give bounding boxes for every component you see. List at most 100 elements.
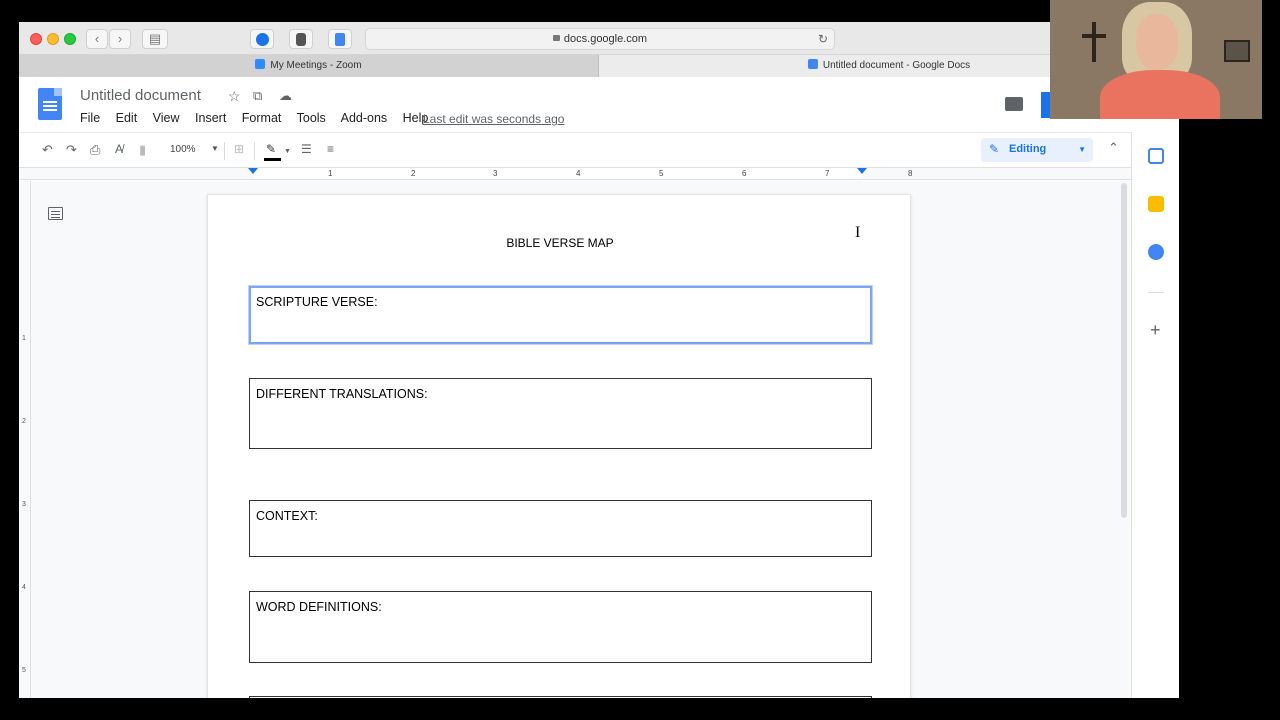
- outline-icon[interactable]: [48, 207, 63, 220]
- sidebar-toggle-button[interactable]: ▤: [142, 29, 168, 49]
- undo-icon[interactable]: ↶: [42, 142, 53, 158]
- cloud-icon[interactable]: ☁: [279, 88, 292, 104]
- close-window-button[interactable]: [30, 33, 42, 45]
- tab-label: My Meetings - Zoom: [270, 60, 362, 71]
- document-title[interactable]: Untitled document: [80, 87, 201, 104]
- webcam-video: [1050, 0, 1262, 119]
- next-box[interactable]: [249, 696, 872, 698]
- picture-frame: [1224, 40, 1250, 62]
- lock-icon: [552, 35, 560, 41]
- horizontal-ruler: 1 2 3 4 5 6 7 8: [19, 168, 1131, 180]
- reload-icon[interactable]: ↻: [818, 32, 828, 46]
- ruler-number: 4: [22, 584, 26, 591]
- calendar-icon[interactable]: [1148, 148, 1164, 164]
- star-icon[interactable]: ☆: [228, 88, 241, 105]
- box-label: WORD DEFINITIONS:: [256, 600, 382, 614]
- shield-icon: [296, 33, 306, 46]
- chevron-down-icon: ▼: [211, 144, 219, 153]
- spellcheck-icon[interactable]: A̸: [115, 142, 123, 156]
- side-panel: +: [1131, 132, 1179, 698]
- tab-label: Untitled document - Google Docs: [822, 60, 971, 71]
- extension-shield-button[interactable]: [289, 29, 313, 49]
- presenter-face: [1136, 14, 1178, 70]
- menu-view[interactable]: View: [153, 111, 180, 125]
- print-icon[interactable]: ⎙: [90, 142, 100, 158]
- scripture-verse-box[interactable]: SCRIPTURE VERSE:: [249, 286, 872, 344]
- editing-mode-button[interactable]: ✎ Editing ▼: [981, 138, 1093, 162]
- screen: ‹ › ▤ docs.google.com ↻ My Meetings - Zo…: [0, 0, 1280, 720]
- menu-addons[interactable]: Add-ons: [341, 111, 388, 125]
- presenter-body: [1100, 70, 1220, 119]
- menu-edit[interactable]: Edit: [116, 111, 138, 125]
- folder-icon[interactable]: ⧉: [253, 88, 262, 104]
- zoom-select[interactable]: 100%: [170, 144, 196, 155]
- ruler-number: 2: [22, 418, 26, 425]
- chevron-down-icon: ▼: [1078, 145, 1086, 154]
- url-text: docs.google.com: [366, 33, 834, 45]
- chevron-down-icon: ▼: [284, 148, 291, 155]
- paint-format-icon[interactable]: ▮: [139, 142, 146, 158]
- ruler-number: 5: [659, 169, 664, 178]
- docs-header: Untitled document ☆ ⧉ ☁ File Edit View I…: [19, 78, 1179, 132]
- ruler-number: 1: [328, 169, 333, 178]
- extension-docs-button[interactable]: [328, 29, 352, 49]
- cross-decoration: [1092, 22, 1096, 62]
- pencil-icon: ✎: [989, 142, 1000, 156]
- pen-color-swatch: [264, 158, 281, 161]
- forward-button[interactable]: ›: [109, 29, 131, 49]
- safari-window: ‹ › ▤ docs.google.com ↻ My Meetings - Zo…: [19, 22, 1179, 698]
- menu-file[interactable]: File: [80, 111, 100, 125]
- tasks-icon[interactable]: [1148, 244, 1164, 260]
- ruler-number: 6: [742, 169, 747, 178]
- chevron-right-icon: ›: [117, 31, 123, 46]
- different-translations-box[interactable]: DIFFERENT TRANSLATIONS:: [249, 378, 872, 449]
- ruler-number: 5: [22, 667, 26, 674]
- vertical-scrollbar[interactable]: [1121, 183, 1127, 518]
- docs-extension-icon: [335, 33, 345, 46]
- ruler-number: 1: [22, 335, 26, 342]
- last-edit-link[interactable]: Last edit was seconds ago: [423, 112, 564, 126]
- address-bar[interactable]: docs.google.com ↻: [365, 28, 835, 50]
- back-button[interactable]: ‹: [86, 29, 108, 49]
- chevron-left-icon: ‹: [94, 31, 100, 46]
- redo-icon[interactable]: ↷: [66, 142, 77, 158]
- ruler-number: 7: [825, 169, 830, 178]
- zoom-window-button[interactable]: [64, 33, 76, 45]
- keep-icon[interactable]: [1148, 196, 1164, 212]
- ruler-number: 4: [576, 169, 581, 178]
- ruler-number: 3: [22, 501, 26, 508]
- line-dash-icon[interactable]: ≡: [327, 142, 334, 156]
- browser-tabbar: My Meetings - Zoom Untitled document - G…: [19, 55, 1179, 77]
- editing-mode-label: Editing: [1009, 143, 1047, 155]
- docs-favicon-icon: [807, 59, 818, 69]
- url-label: docs.google.com: [563, 33, 648, 45]
- menu-format[interactable]: Format: [242, 111, 282, 125]
- extension-s-icon: [255, 33, 269, 46]
- collapse-toolbar-icon[interactable]: ⌃: [1108, 140, 1119, 156]
- minimize-window-button[interactable]: [47, 33, 59, 45]
- tab-zoom[interactable]: My Meetings - Zoom: [19, 55, 599, 77]
- word-definitions-box[interactable]: WORD DEFINITIONS:: [249, 591, 872, 663]
- context-box[interactable]: CONTEXT:: [249, 500, 872, 557]
- line-weight-icon[interactable]: ☰: [301, 142, 312, 156]
- left-indent-marker[interactable]: [248, 168, 258, 174]
- sidebar-icon: ▤: [148, 31, 162, 46]
- pen-color-icon[interactable]: ✎: [266, 142, 276, 156]
- add-addon-icon[interactable]: +: [1150, 320, 1161, 341]
- right-indent-marker[interactable]: [857, 168, 867, 174]
- extension-s-button[interactable]: [250, 29, 274, 49]
- ruler-number: 2: [411, 169, 416, 178]
- document-heading: BIBLE VERSE MAP: [506, 236, 614, 250]
- comment-icon[interactable]: [1005, 97, 1023, 111]
- side-panel-divider: [1148, 292, 1164, 293]
- document-page[interactable]: BIBLE VERSE MAP I SCRIPTURE VERSE: DIFFE…: [207, 194, 911, 698]
- menu-insert[interactable]: Insert: [195, 111, 226, 125]
- ruler-active-area: [254, 168, 863, 179]
- insert-comment-icon[interactable]: ⊞: [234, 142, 244, 156]
- text-cursor-icon: I: [855, 224, 861, 241]
- box-label: DIFFERENT TRANSLATIONS:: [256, 387, 428, 401]
- docs-logo-icon[interactable]: [38, 88, 62, 120]
- menu-tools[interactable]: Tools: [297, 111, 326, 125]
- ruler-number: 3: [493, 169, 498, 178]
- document-canvas: 1 2 3 4 5 BIBLE VERSE MAP I SCRIPTURE VE…: [19, 181, 1131, 698]
